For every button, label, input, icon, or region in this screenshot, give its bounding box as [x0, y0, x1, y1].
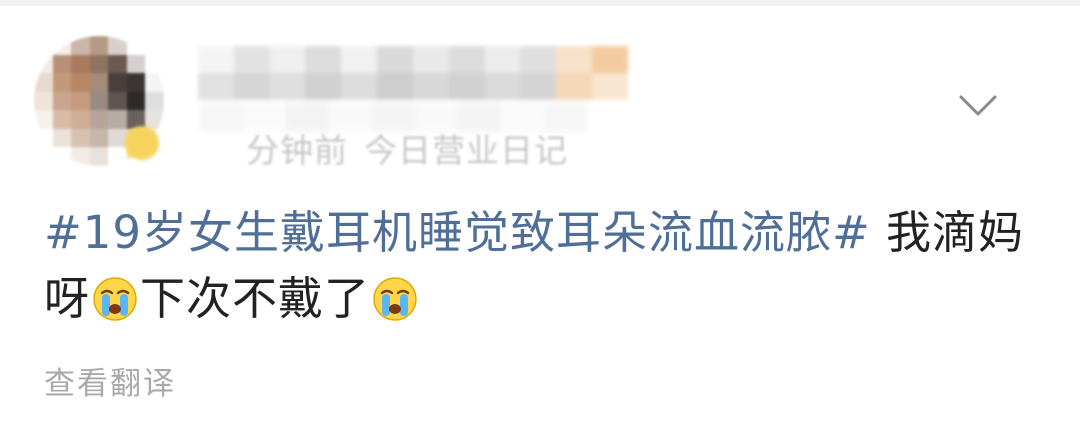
crying-face-icon — [373, 277, 417, 321]
username-censored[interactable] — [198, 46, 628, 100]
post-text-part1: 我滴妈 — [870, 206, 1024, 259]
crying-face-icon — [93, 277, 137, 321]
post-content: #19岁女生戴耳机睡觉致耳朵流血流脓# 我滴妈 呀 下次不戴了 — [44, 200, 1044, 332]
hashtag-link[interactable]: #19岁女生戴耳机睡觉致耳朵流血流脓# — [44, 206, 871, 259]
verified-badge-icon — [125, 126, 159, 160]
post-meta: 分钟前 今日营业日记 — [246, 124, 568, 172]
weibo-post-card: 分钟前 今日营业日记 #19岁女生戴耳机睡觉致耳朵流血流脓# 我滴妈 呀 下次不戴… — [0, 6, 1080, 432]
view-translation-link[interactable]: 查看翻译 — [44, 358, 176, 403]
chevron-down-icon[interactable] — [958, 94, 998, 118]
post-text-part2: 呀 — [44, 272, 91, 325]
post-text-part3: 下次不戴了 — [140, 272, 371, 325]
post-source: 今日营业日记 — [364, 131, 568, 170]
post-time: 分钟前 — [246, 131, 348, 170]
